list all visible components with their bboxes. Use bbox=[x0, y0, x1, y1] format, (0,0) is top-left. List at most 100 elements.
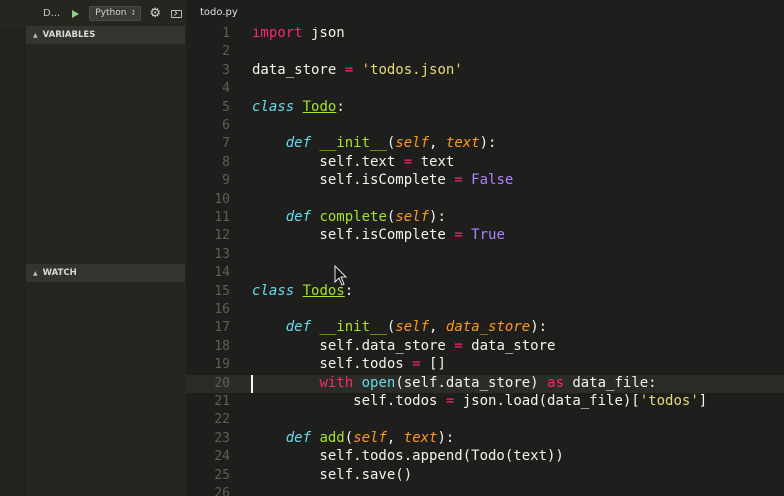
code-line[interactable]: 14 bbox=[186, 264, 784, 282]
start-debugging-play-icon[interactable] bbox=[72, 9, 80, 18]
code-token: , bbox=[429, 319, 446, 336]
code-token: : bbox=[336, 98, 345, 115]
line-number: 9 bbox=[222, 173, 230, 189]
code-text: import json bbox=[252, 27, 345, 41]
line-number: 10 bbox=[214, 191, 230, 207]
code-line[interactable]: 25 self.save() bbox=[186, 467, 784, 485]
code-token: , bbox=[429, 135, 446, 152]
debug-toolbar: D... Python ↕ ⚙ bbox=[0, 0, 186, 27]
editor-tab-bar: todo.py bbox=[186, 0, 784, 27]
chevron-down-icon: ▲ bbox=[33, 269, 38, 277]
line-number: 14 bbox=[214, 265, 230, 281]
line-number: 26 bbox=[214, 486, 230, 496]
gear-icon[interactable]: ⚙ bbox=[149, 7, 161, 20]
code-text: def __init__(self, data_store): bbox=[252, 319, 547, 335]
code-line[interactable]: 13 bbox=[186, 246, 784, 264]
code-token: ( bbox=[344, 429, 354, 446]
line-number: 15 bbox=[214, 283, 230, 299]
watch-section-label: WATCH bbox=[42, 268, 77, 278]
code-token: with bbox=[319, 374, 354, 391]
code-line[interactable]: 3 data_store = 'todos.json' bbox=[186, 62, 784, 80]
code-line[interactable]: 10 bbox=[186, 191, 784, 209]
code-text: self.data_store = data_store bbox=[252, 338, 555, 354]
code-line[interactable]: 20 with open(self.data_store) as data_fi… bbox=[186, 374, 784, 393]
code-line[interactable]: 12 self.isComplete = True bbox=[186, 227, 784, 245]
code-token: 'todos.json' bbox=[361, 61, 463, 78]
code-token: self.text bbox=[252, 153, 404, 170]
code-token: json bbox=[302, 27, 345, 41]
code-line[interactable]: 15 class Todos: bbox=[186, 283, 784, 301]
line-number: 6 bbox=[222, 118, 230, 133]
code-token: data_store bbox=[462, 337, 556, 354]
code-line[interactable]: 1 import json bbox=[186, 27, 784, 43]
code-line[interactable]: 8 self.text = text bbox=[186, 154, 784, 172]
debug-view-title: D... bbox=[43, 8, 61, 19]
code-line[interactable]: 11 def complete(self): bbox=[186, 209, 784, 227]
code-token: complete bbox=[319, 209, 387, 225]
code-token: = bbox=[454, 172, 463, 189]
code-line[interactable]: 4 bbox=[186, 80, 784, 98]
code-line[interactable]: 21 self.todos = json.load(data_file)['to… bbox=[186, 393, 784, 411]
code-editor[interactable]: 1 import json 2 3 data_store = 'todos.json' 4… bbox=[186, 27, 784, 496]
code-token: __init__ bbox=[319, 319, 387, 336]
line-number: 13 bbox=[214, 246, 230, 262]
code-line[interactable]: 23 def add(self, text): bbox=[186, 430, 784, 448]
code-line[interactable]: 7 def __init__(self, text): bbox=[186, 135, 784, 153]
line-number: 20 bbox=[214, 375, 230, 391]
variables-section-header[interactable]: ▲ VARIABLES bbox=[26, 26, 185, 44]
code-token: self.save() bbox=[252, 466, 413, 483]
line-number: 16 bbox=[214, 302, 230, 317]
code-token: self bbox=[395, 209, 430, 225]
debug-console-icon[interactable] bbox=[170, 9, 182, 18]
code-text: self.todos.append(Todo(text)) bbox=[252, 448, 564, 465]
code-line[interactable]: 24 self.todos.append(Todo(text)) bbox=[186, 448, 784, 466]
code-line[interactable]: 17 def __init__(self, data_store): bbox=[186, 319, 784, 337]
code-token: import bbox=[252, 27, 303, 41]
code-line[interactable]: 16 bbox=[186, 301, 784, 319]
code-token: def bbox=[285, 209, 312, 225]
code-text: self.save() bbox=[252, 467, 412, 483]
code-token: self.todos.append(Todo(text)) bbox=[252, 448, 564, 465]
code-line[interactable]: 22 bbox=[186, 411, 784, 429]
line-number: 2 bbox=[222, 44, 230, 60]
code-line[interactable]: 6 bbox=[186, 117, 784, 135]
code-token: self.isComplete bbox=[252, 227, 455, 244]
code-token: self.todos bbox=[252, 356, 413, 373]
code-token: , bbox=[386, 429, 404, 446]
watch-section-header[interactable]: ▲ WATCH bbox=[26, 264, 185, 282]
code-text: def complete(self): bbox=[252, 209, 446, 225]
line-number: 21 bbox=[214, 394, 230, 409]
line-number: 1 bbox=[222, 27, 230, 41]
debug-configuration-select[interactable]: Python ↕ bbox=[89, 6, 142, 21]
code-token: text bbox=[412, 153, 455, 170]
code-text: self.isComplete = True bbox=[252, 227, 504, 244]
code-token: False bbox=[471, 172, 514, 189]
variables-section-label: VARIABLES bbox=[42, 30, 96, 40]
code-token: self.data_store bbox=[252, 337, 455, 354]
code-line[interactable]: 18 self.data_store = data_store bbox=[186, 338, 784, 356]
line-number: 12 bbox=[214, 228, 230, 244]
code-line[interactable]: 9 self.isComplete = False bbox=[186, 172, 784, 190]
code-token: as bbox=[547, 374, 564, 391]
code-token: text bbox=[403, 429, 438, 446]
code-token: class bbox=[252, 282, 295, 299]
code-text: def add(self, text): bbox=[252, 429, 455, 446]
code-line[interactable]: 5 class Todo: bbox=[186, 99, 784, 117]
code-line[interactable]: 26 bbox=[186, 485, 784, 496]
tab-todo-py[interactable]: todo.py bbox=[200, 7, 238, 18]
line-number: 5 bbox=[222, 99, 230, 115]
code-line[interactable]: 19 self.todos = [] bbox=[186, 356, 784, 374]
code-token: text bbox=[445, 135, 480, 152]
line-number: 11 bbox=[214, 210, 230, 225]
mouse-pointer-icon bbox=[334, 265, 348, 286]
code-token: self bbox=[395, 319, 430, 336]
code-text: self.todos = json.load(data_file)['todos… bbox=[252, 393, 707, 409]
code-text: self.text = text bbox=[252, 154, 454, 170]
code-line[interactable]: 2 bbox=[186, 43, 784, 61]
